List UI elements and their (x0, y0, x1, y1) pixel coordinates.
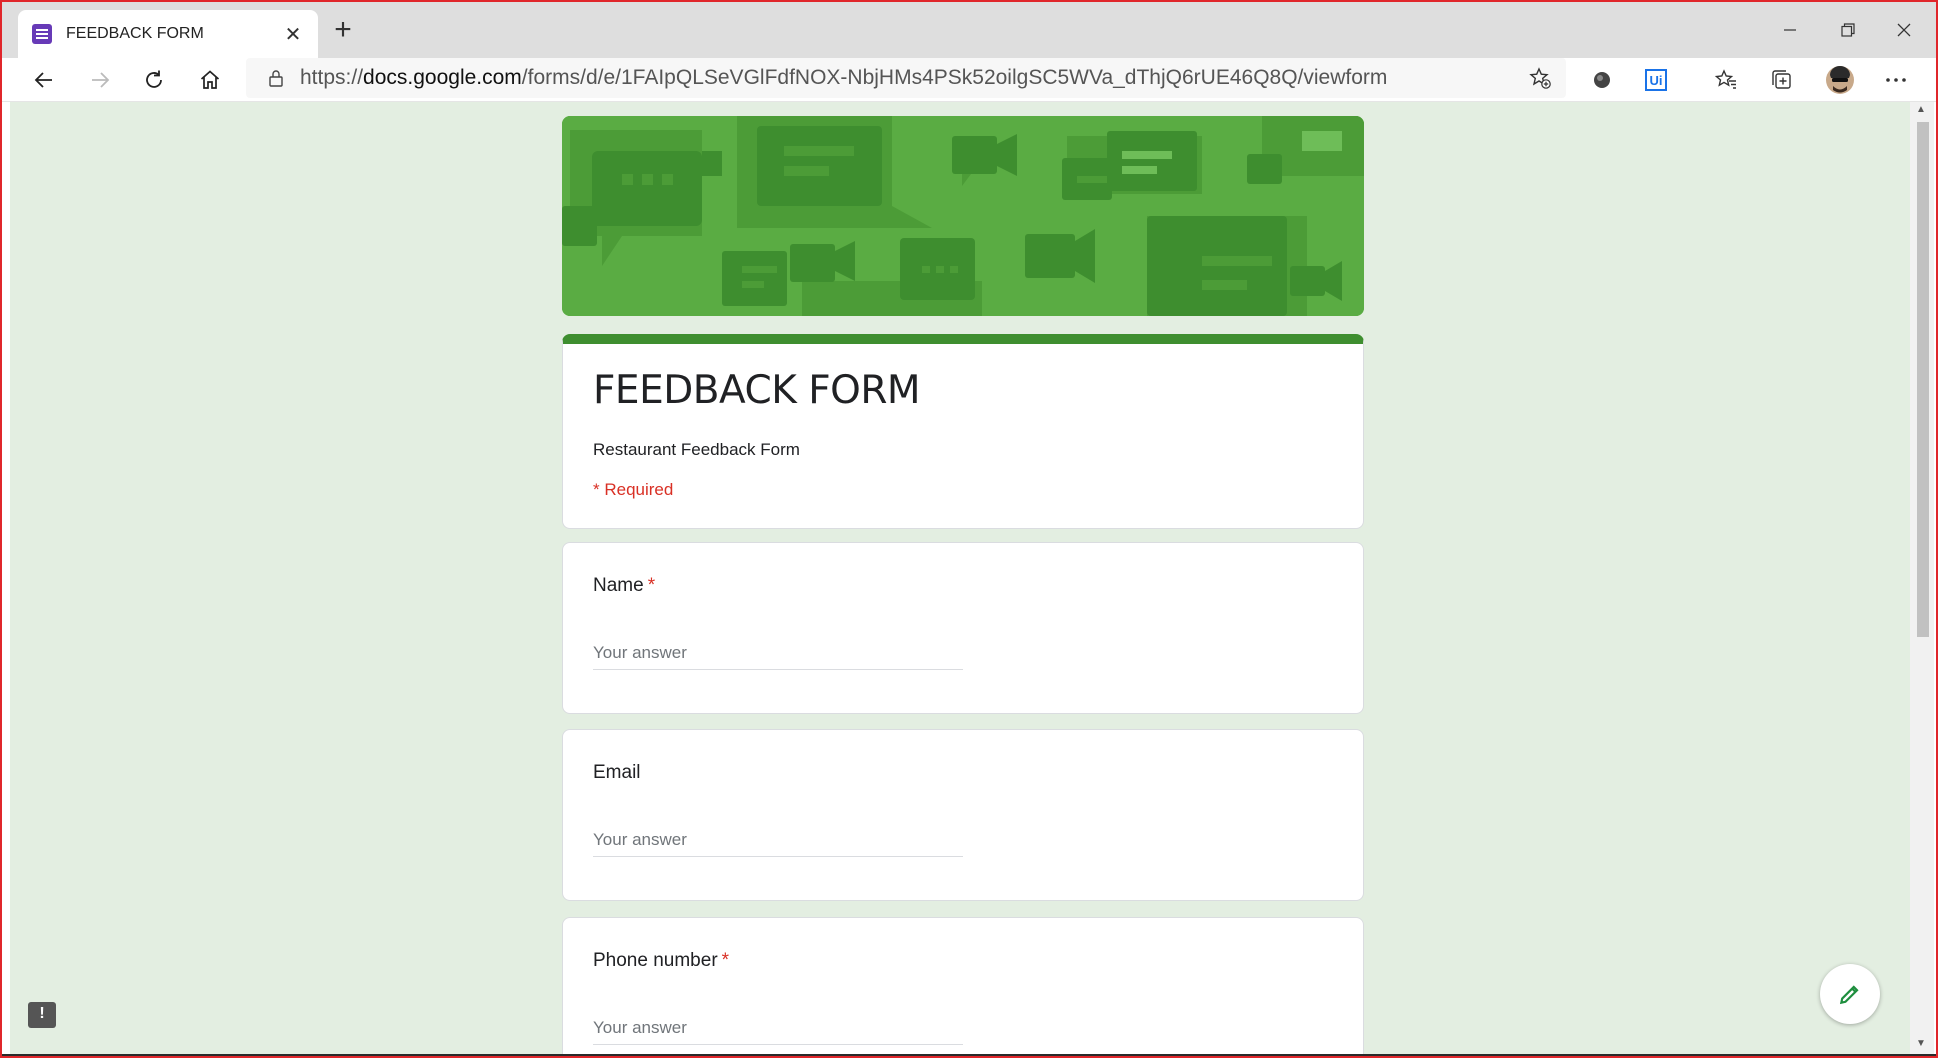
address-bar[interactable]: https://docs.google.com/forms/d/e/1FAIpQ… (246, 58, 1566, 98)
question-card-email: Email (562, 729, 1364, 901)
question-title: Name * (593, 575, 656, 596)
required-note: * Required (593, 480, 674, 499)
back-icon[interactable] (26, 62, 62, 98)
extension-icon[interactable] (1582, 62, 1622, 98)
pencil-icon (1839, 985, 1859, 1005)
home-icon[interactable] (192, 62, 228, 98)
profile-avatar[interactable] (1820, 62, 1860, 98)
form-description: Restaurant Feedback Form (593, 440, 800, 459)
email-answer-input[interactable] (593, 826, 963, 857)
name-answer-input[interactable] (593, 639, 963, 670)
tab-title: FEEDBACK FORM (66, 25, 204, 42)
forward-icon[interactable] (82, 62, 118, 98)
browser-window: FEEDBACK FORM ✕ + https://docs.google.co… (0, 0, 1938, 1058)
restore-button[interactable] (1828, 12, 1868, 48)
question-card-name: Name * (562, 542, 1364, 714)
forms-favicon-icon (32, 24, 52, 44)
form-page[interactable]: FEEDBACK FORM Restaurant Feedback Form *… (10, 102, 1910, 1054)
uipath-extension-icon[interactable]: Ui (1636, 62, 1676, 98)
tab-strip: FEEDBACK FORM ✕ + (2, 2, 1936, 58)
scrollbar-thumb[interactable] (1917, 122, 1929, 637)
url-text[interactable]: https://docs.google.com/forms/d/e/1FAIpQ… (300, 66, 1387, 90)
navigation-toolbar: https://docs.google.com/forms/d/e/1FAIpQ… (2, 58, 1936, 102)
question-title: Phone number * (593, 950, 730, 971)
minimize-button[interactable] (1770, 12, 1810, 48)
new-tab-button[interactable]: + (328, 15, 358, 46)
phone-answer-input[interactable] (593, 1014, 963, 1045)
page-scrollbar[interactable]: ▲ ▼ (1910, 102, 1934, 1054)
report-feedback-icon[interactable]: ! (28, 1002, 56, 1028)
form-header-banner-image (562, 116, 1364, 316)
browser-tab[interactable]: FEEDBACK FORM ✕ (18, 10, 318, 58)
lock-icon[interactable] (266, 68, 286, 88)
question-card-phone: Phone number * (562, 917, 1364, 1054)
collections-icon[interactable] (1762, 62, 1802, 98)
required-asterisk: * (647, 575, 656, 596)
form-header-card: FEEDBACK FORM Restaurant Feedback Form *… (562, 334, 1364, 529)
close-window-button[interactable] (1884, 12, 1924, 48)
tab-close-icon[interactable]: ✕ (282, 22, 304, 47)
required-asterisk: * (721, 950, 730, 971)
refresh-icon[interactable] (136, 62, 172, 98)
scroll-down-icon[interactable]: ▼ (1916, 1038, 1926, 1049)
form-title: FEEDBACK FORM (593, 368, 921, 413)
edit-pencil-button[interactable] (1820, 964, 1880, 1024)
favorites-icon[interactable] (1706, 62, 1746, 98)
taskbar-edge (2, 1054, 1936, 1056)
add-favorite-icon[interactable] (1522, 62, 1558, 94)
more-menu-icon[interactable] (1876, 62, 1916, 98)
question-title: Email (593, 762, 641, 783)
scroll-up-icon[interactable]: ▲ (1916, 104, 1926, 115)
